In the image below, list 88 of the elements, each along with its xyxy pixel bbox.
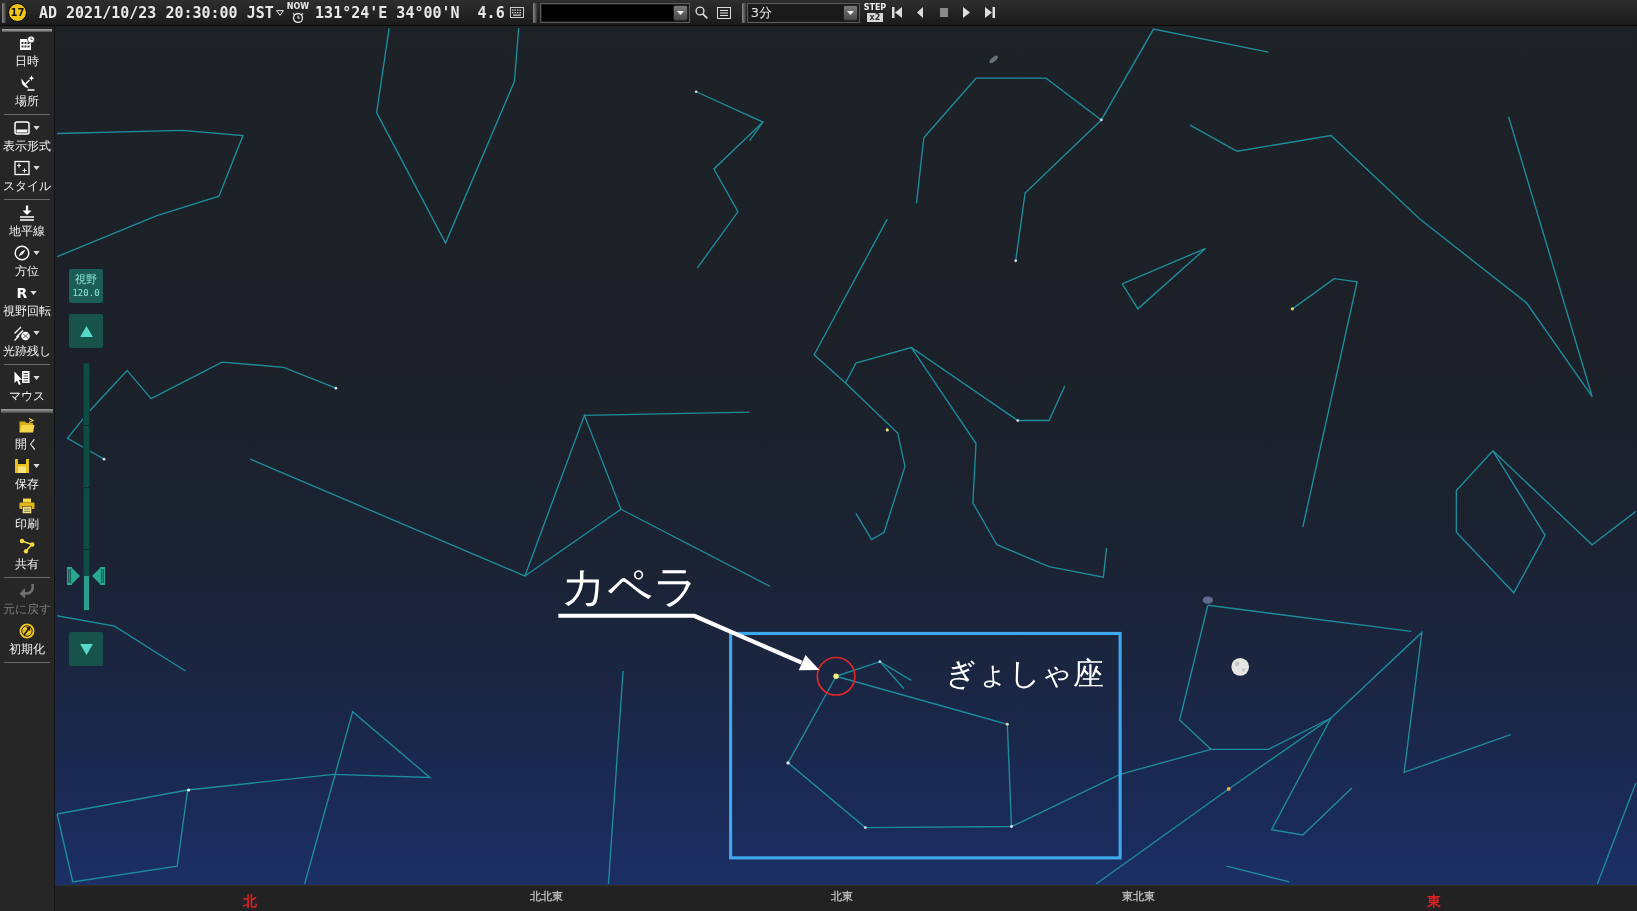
fov-value: 120.0 xyxy=(72,288,100,298)
monitor-icon xyxy=(14,120,30,136)
sidebar-button[interactable]: 保存 xyxy=(0,455,54,495)
star-dot-icon xyxy=(1226,787,1231,791)
dish-icon xyxy=(19,75,35,91)
clock-icon xyxy=(291,11,304,23)
sidebar-button[interactable]: 開く xyxy=(0,415,54,455)
star-dot-icon xyxy=(863,826,867,830)
constellation-name-label: ぎょしゃ座 xyxy=(944,654,1104,691)
dropdown-button[interactable] xyxy=(672,4,688,21)
circle-arrow-icon xyxy=(19,623,35,639)
step-back-icon[interactable] xyxy=(917,7,924,18)
star-dot-icon xyxy=(334,386,338,390)
direction-label: 北 xyxy=(243,892,257,909)
keyboard-icon[interactable] xyxy=(509,7,524,18)
caret-icon xyxy=(846,10,854,15)
list-icon[interactable] xyxy=(716,6,731,19)
step-button[interactable]: STEP x2 xyxy=(863,3,887,22)
slider-handle[interactable] xyxy=(67,567,105,586)
stop-icon[interactable] xyxy=(940,8,949,17)
star-dot-icon xyxy=(1005,722,1009,726)
magnitude-text[interactable]: 4.6 xyxy=(477,3,505,22)
compass-icon xyxy=(14,245,30,261)
letter-icon: R xyxy=(16,285,28,301)
sidebar-button[interactable]: 表示形式 xyxy=(0,117,54,157)
star-dot-icon xyxy=(187,788,191,792)
era-label: AD xyxy=(39,3,58,22)
sidebar-button[interactable]: マウス xyxy=(0,367,54,407)
printer-icon xyxy=(19,498,35,514)
slider-track[interactable] xyxy=(82,363,90,611)
star-dot-icon xyxy=(102,457,106,461)
horizon-arrow-icon xyxy=(19,205,35,221)
sidebar-button[interactable]: 共有 xyxy=(0,535,54,575)
date-time-text[interactable]: 2021/10/23 20:30:00 xyxy=(66,3,238,22)
search-field[interactable] xyxy=(539,2,690,23)
search-icon[interactable] xyxy=(694,6,708,19)
multiplier-tile: x2 xyxy=(866,12,884,22)
zoom-up-button[interactable] xyxy=(69,314,103,348)
sidebar-button[interactable]: 方位 xyxy=(0,242,54,282)
galaxy-icon xyxy=(989,55,998,64)
star-dot-icon xyxy=(1010,825,1013,828)
now-button[interactable]: NOW xyxy=(286,2,310,23)
star-dot-icon xyxy=(694,90,698,94)
streak-ball-icon xyxy=(14,325,30,341)
direction-label: 東北東 xyxy=(1121,889,1155,904)
sidebar-button[interactable]: 日時 xyxy=(0,32,54,72)
direction-label: 東 xyxy=(1427,892,1441,909)
star-dot-icon xyxy=(1016,419,1020,422)
play-icon[interactable] xyxy=(963,7,971,18)
zoom-down-button[interactable] xyxy=(69,632,103,666)
sparkle-frame-icon xyxy=(14,160,30,176)
sidebar-button[interactable]: 場所 xyxy=(0,72,54,112)
triangle-down-icon xyxy=(79,643,93,655)
fov-label: 視野 xyxy=(75,274,97,286)
dropdown-button[interactable] xyxy=(842,4,858,21)
star-dot-icon xyxy=(786,761,790,765)
caret-icon xyxy=(275,9,284,16)
sidebar-button[interactable]: 光跡残し xyxy=(0,322,54,362)
sidebar-button[interactable]: R 視野回転 xyxy=(0,282,54,322)
galaxy-icon xyxy=(1202,596,1214,604)
sidebar-button[interactable]: 初期化 xyxy=(0,620,54,660)
highlight-ring-icon xyxy=(816,656,856,696)
direction-label: 北東 xyxy=(831,889,853,904)
sidebar-button[interactable]: 印刷 xyxy=(0,495,54,535)
star-dot-icon xyxy=(1290,307,1295,311)
step-select[interactable]: 3分 xyxy=(746,2,860,23)
star-dot-icon xyxy=(1014,259,1018,263)
star-dot-icon xyxy=(1099,118,1103,122)
sidebar-button[interactable]: 地平線 xyxy=(0,202,54,242)
folder-icon xyxy=(19,418,35,434)
star-dot-icon xyxy=(833,673,839,679)
star-name-label: カペラ xyxy=(561,560,700,614)
star-dot-icon xyxy=(878,660,882,663)
skip-end-icon[interactable] xyxy=(985,7,996,18)
sidebar-button[interactable]: スタイル xyxy=(0,157,54,197)
app-logo-button[interactable]: 17 xyxy=(8,3,27,22)
caret-icon xyxy=(676,10,684,15)
calendar-clock-icon xyxy=(19,35,35,51)
triangle-up-icon xyxy=(79,325,93,337)
direction-label: 北北東 xyxy=(529,889,563,904)
star-dot-icon xyxy=(885,428,889,432)
skip-start-icon[interactable] xyxy=(892,7,903,18)
cursor-document-icon xyxy=(14,370,30,386)
location-text[interactable]: 131°24'E 34°00'N xyxy=(315,3,460,22)
undo-icon xyxy=(19,583,35,599)
timezone-dropdown[interactable]: JST xyxy=(246,3,284,22)
share-icon xyxy=(19,538,35,554)
moon-icon xyxy=(1231,658,1250,676)
